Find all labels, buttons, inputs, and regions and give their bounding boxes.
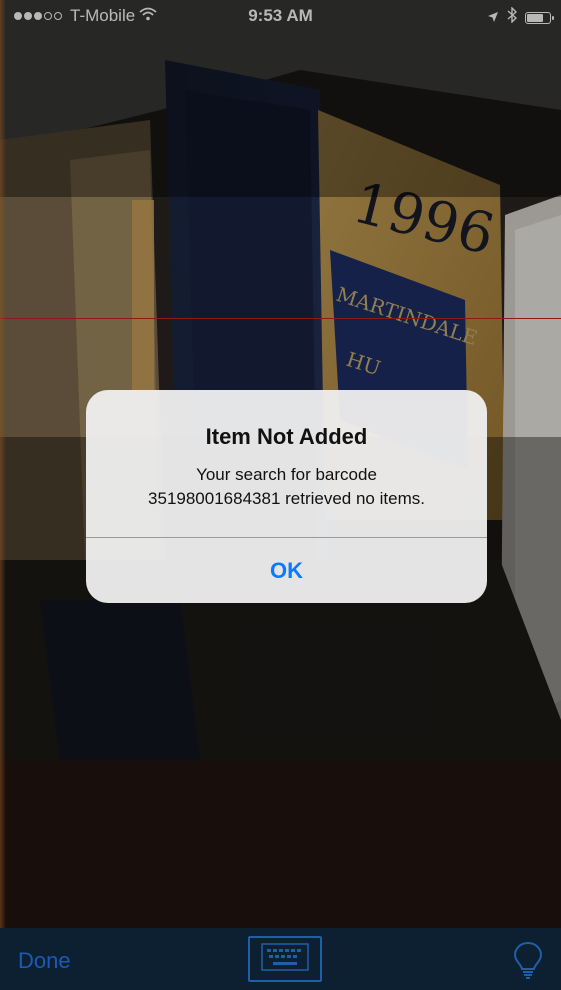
keyboard-icon [261, 942, 309, 976]
bottom-toolbar: Done [0, 928, 561, 990]
ok-button[interactable]: OK [86, 538, 487, 603]
alert-title: Item Not Added [205, 424, 368, 449]
scanner-screen: 1996 MARTINDALE HU T-Mobile 9:53 AM Item… [0, 0, 561, 990]
alert-message-line-2: 35198001684381 retrieved no items. [148, 489, 425, 508]
alert-message: Your search for barcode 35198001684381 r… [100, 463, 473, 511]
item-not-added-alert: Item Not Added Your search for barcode 3… [86, 390, 487, 603]
keyboard-button[interactable] [248, 936, 322, 982]
done-button[interactable]: Done [18, 948, 71, 974]
alert-message-line-1: Your search for barcode [196, 465, 377, 484]
lightbulb-icon [511, 941, 545, 984]
flashlight-button[interactable] [511, 940, 545, 980]
